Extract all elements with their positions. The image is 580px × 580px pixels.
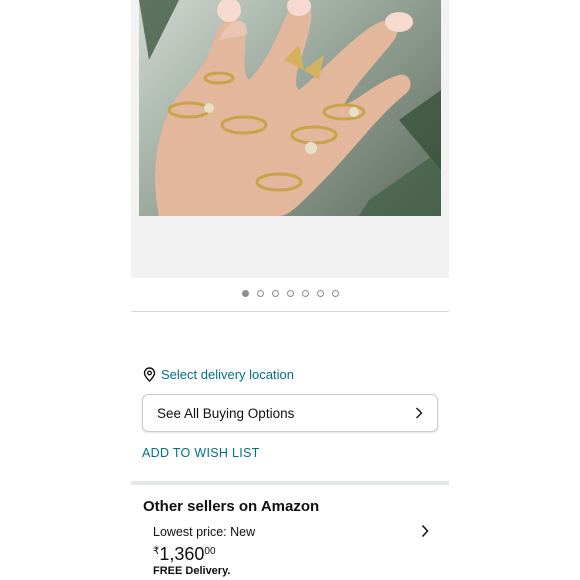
price-fraction: 00 xyxy=(204,546,216,557)
carousel-dot[interactable] xyxy=(331,290,339,297)
carousel-dot[interactable] xyxy=(241,290,249,297)
carousel-dot[interactable] xyxy=(316,290,324,297)
image-carousel-dots xyxy=(131,290,449,300)
lowest-price: ₹1,36000 xyxy=(153,542,216,564)
lowest-price-label[interactable]: Lowest price: New xyxy=(153,525,255,539)
free-delivery-note: FREE Delivery. xyxy=(153,565,231,577)
delivery-location-link[interactable]: Select delivery location xyxy=(143,367,294,382)
other-sellers-title: Other sellers on Amazon xyxy=(143,498,320,515)
chevron-right-icon[interactable] xyxy=(421,524,429,538)
price-whole: 1,360 xyxy=(159,544,205,564)
add-to-wish-list-link[interactable]: ADD TO WISH LIST xyxy=(142,446,260,460)
delivery-location-label: Select delivery location xyxy=(161,367,294,382)
see-all-buying-options-button[interactable]: See All Buying Options xyxy=(142,394,438,432)
product-image[interactable] xyxy=(139,0,441,216)
product-detail-column: Select delivery location See All Buying … xyxy=(131,0,449,580)
location-pin-icon xyxy=(143,367,156,382)
rings-on-hand-illustration xyxy=(139,0,441,216)
section-divider xyxy=(131,311,449,312)
carousel-dot[interactable] xyxy=(256,290,264,297)
chevron-right-icon xyxy=(416,407,423,419)
carousel-dot[interactable] xyxy=(271,290,279,297)
carousel-dot[interactable] xyxy=(286,290,294,297)
buying-options-label: See All Buying Options xyxy=(157,405,295,421)
section-separator xyxy=(131,481,449,485)
carousel-dot[interactable] xyxy=(301,290,309,297)
product-image-area xyxy=(131,0,449,278)
